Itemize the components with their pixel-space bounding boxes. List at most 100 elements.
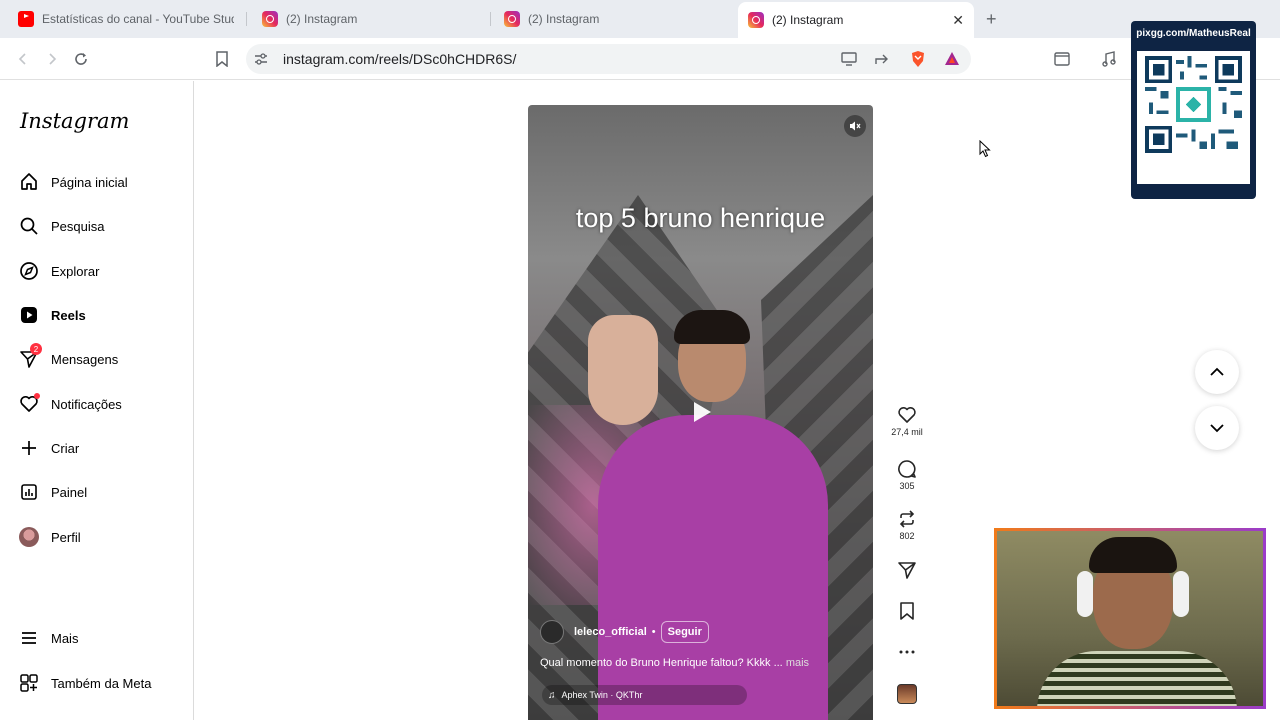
nav-label: Painel	[51, 484, 88, 500]
mute-icon[interactable]	[844, 115, 866, 137]
repost-icon	[899, 510, 915, 528]
nav-label: Página inicial	[51, 174, 128, 190]
author-username[interactable]: leleco_official	[574, 626, 647, 638]
tab-youtube-studio[interactable]: Estatísticas do canal - YouTube Studio	[10, 0, 242, 38]
nav-also-from-meta[interactable]: Também da Meta	[18, 671, 151, 695]
nav-notifications[interactable]: Notificações	[18, 392, 122, 416]
tab-instagram-1[interactable]: (2) Instagram	[254, 0, 486, 38]
music-icon[interactable]	[1100, 50, 1118, 68]
qr-code-image	[1145, 56, 1242, 153]
plus-icon	[18, 437, 40, 459]
streamer-webcam	[994, 528, 1266, 709]
follow-button[interactable]: Seguir	[660, 621, 709, 643]
nav-profile[interactable]: Perfil	[18, 525, 81, 549]
nav-label: Notificações	[51, 396, 122, 412]
heart-icon	[898, 407, 916, 423]
nav-label: Criar	[51, 440, 80, 456]
nav-search[interactable]: Pesquisa	[18, 214, 104, 238]
reel-audio[interactable]: ♫ Aphex Twin · QKThr	[542, 685, 747, 705]
messenger-icon: 2	[18, 343, 42, 370]
tab-title: (2) Instagram	[772, 13, 844, 27]
close-tab-icon[interactable]: ✕	[952, 12, 964, 29]
instagram-sidebar: Instagram Página inicial Pesquisa Explor…	[0, 81, 194, 720]
home-icon	[18, 171, 40, 193]
nav-dashboard[interactable]: Painel	[18, 480, 87, 504]
site-settings-icon[interactable]	[252, 50, 270, 68]
more-options-action[interactable]	[888, 642, 926, 662]
new-tab-icon[interactable]: +	[986, 9, 997, 30]
reel-video[interactable]: top 5 bruno henrique leleco_official • S…	[528, 105, 873, 720]
nav-label: Mais	[51, 630, 79, 646]
share-icon[interactable]	[873, 50, 891, 68]
donation-qr-overlay: pixgg.com/MatheusReal Fortaleça no donat…	[1131, 21, 1256, 223]
instagram-logo[interactable]: Instagram	[20, 109, 129, 133]
tab-title: (2) Instagram	[528, 12, 600, 26]
nav-reels[interactable]: Reels	[18, 303, 86, 327]
back-icon[interactable]	[14, 50, 32, 68]
repost-action[interactable]: 802	[888, 509, 926, 541]
reel-overlay-title: top 5 bruno henrique	[575, 203, 826, 233]
previous-reel-button[interactable]	[1195, 350, 1239, 394]
compass-icon	[18, 260, 40, 282]
reel-caption: Qual momento do Bruno Henrique faltou? K…	[540, 657, 810, 669]
person-hand	[588, 315, 658, 425]
youtube-icon	[18, 11, 34, 27]
nav-label: Também da Meta	[51, 675, 152, 691]
address-bar[interactable]: instagram.com/reels/DSc0hCHDR6S/	[246, 44, 971, 74]
caption-more-link[interactable]: mais	[786, 657, 809, 669]
nav-label: Explorar	[51, 263, 100, 279]
chevron-up-icon	[1210, 367, 1224, 376]
person-hoodie	[598, 415, 828, 720]
play-icon[interactable]	[688, 398, 716, 426]
brave-shield-icon[interactable]	[909, 50, 927, 68]
avatar-icon	[18, 526, 40, 548]
audio-thumbnail[interactable]	[897, 684, 917, 704]
forward-icon[interactable]	[43, 50, 61, 68]
mouse-cursor-icon	[979, 140, 991, 158]
audio-title: Aphex Twin · QKThr	[561, 690, 643, 700]
more-options-icon	[899, 650, 915, 654]
nav-home[interactable]: Página inicial	[18, 170, 128, 194]
comments-count: 305	[899, 481, 915, 491]
comment-icon	[898, 460, 916, 478]
brave-rewards-icon[interactable]	[943, 50, 961, 68]
next-reel-button[interactable]	[1195, 406, 1239, 450]
save-action[interactable]	[888, 601, 926, 621]
qr-caption: Fortaleça no donate e envie sua mensagem…	[1157, 203, 1242, 223]
reel-author: leleco_official • Seguir	[540, 620, 709, 644]
nav-create[interactable]: Criar	[18, 436, 79, 460]
nav-label: Reels	[51, 307, 86, 323]
notification-dot	[34, 393, 40, 399]
nav-messages[interactable]: 2 Mensagens	[18, 343, 119, 371]
nav-label: Pesquisa	[51, 218, 105, 234]
browser-toolbar: instagram.com/reels/DSc0hCHDR6S/	[0, 38, 1280, 80]
nav-label: Mensagens	[51, 351, 119, 367]
reels-icon	[18, 304, 40, 326]
qr-title: pixgg.com/MatheusReal	[1136, 28, 1251, 39]
like-action[interactable]: 27,4 mil	[888, 405, 926, 437]
instagram-icon	[748, 12, 764, 28]
messages-badge: 2	[30, 343, 42, 355]
tab-instagram-2[interactable]: (2) Instagram	[496, 0, 728, 38]
sidebar-panel-icon[interactable]	[1053, 50, 1071, 68]
tab-instagram-active[interactable]: (2) Instagram ✕	[738, 2, 974, 38]
nav-more[interactable]: Mais	[18, 626, 78, 650]
nav-label: Perfil	[51, 529, 81, 545]
url-text: instagram.com/reels/DSc0hCHDR6S/	[283, 51, 517, 67]
menu-icon	[18, 627, 40, 649]
bookmark-icon	[900, 602, 914, 620]
browser-tab-bar: Estatísticas do canal - YouTube Studio (…	[0, 0, 1280, 38]
heart-icon	[18, 393, 40, 415]
tab-title: Estatísticas do canal - YouTube Studio	[42, 12, 234, 26]
likes-count: 27,4 mil	[891, 427, 923, 437]
reload-icon[interactable]	[72, 50, 90, 68]
instagram-icon	[262, 11, 278, 27]
instagram-icon	[504, 11, 520, 27]
cast-icon[interactable]	[840, 50, 858, 68]
comment-action[interactable]: 305	[888, 459, 926, 491]
reposts-count: 802	[899, 531, 915, 541]
nav-explore[interactable]: Explorar	[18, 259, 99, 283]
bookmark-icon[interactable]	[213, 50, 231, 68]
author-avatar[interactable]	[540, 620, 564, 644]
share-action[interactable]	[888, 560, 926, 580]
